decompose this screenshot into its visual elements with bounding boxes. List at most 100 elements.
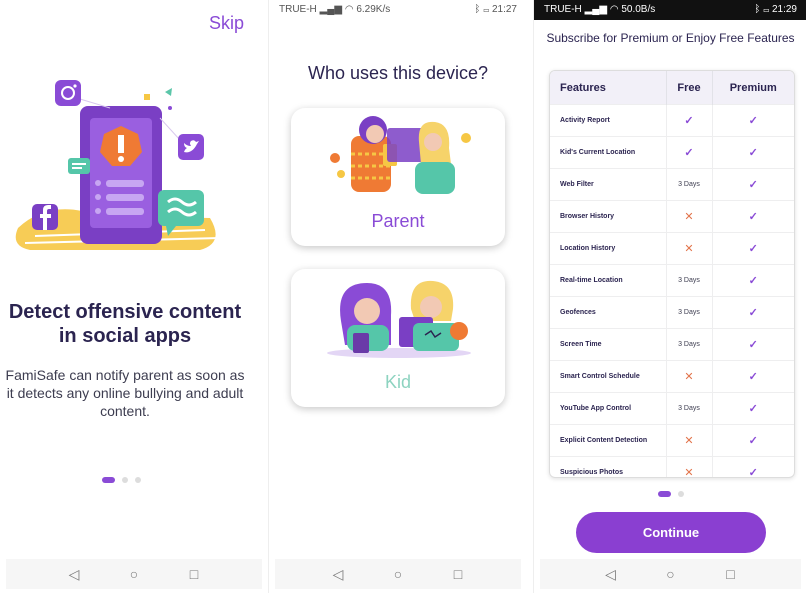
cross-icon: ✕	[684, 435, 694, 447]
back-icon[interactable]: ◁	[65, 565, 83, 583]
free-cell: 3 Days	[666, 264, 713, 297]
feature-name: Smart Control Schedule	[550, 360, 667, 393]
check-icon: ✓	[748, 147, 758, 159]
table-header-row: Features Free Premium	[550, 71, 794, 105]
recents-icon[interactable]: □	[722, 565, 740, 583]
column-header-features: Features	[550, 71, 667, 105]
premium-cell: ✓	[712, 136, 794, 169]
cross-icon: ✕	[684, 371, 694, 383]
onboarding-screen: Skip Detect offensive content in social …	[0, 0, 268, 593]
recents-icon[interactable]: □	[449, 565, 467, 583]
facebook-icon	[32, 204, 58, 230]
feature-name: Explicit Content Detection	[550, 424, 667, 457]
check-icon: ✓	[748, 211, 758, 223]
feature-name: Activity Report	[550, 104, 667, 137]
table-row: Real-time Location 3 Days ✓	[550, 264, 794, 297]
cross-icon: ✕	[684, 467, 694, 478]
instagram-icon	[55, 80, 81, 106]
recents-icon[interactable]: □	[185, 565, 203, 583]
free-cell: 3 Days	[666, 168, 713, 201]
premium-cell: ✓	[712, 392, 794, 425]
free-cell: ✕	[666, 360, 713, 393]
feature-title: Detect offensive content in social apps	[8, 301, 242, 347]
table-row: YouTube App Control 3 Days ✓	[550, 392, 794, 425]
back-icon[interactable]: ◁	[602, 565, 620, 583]
back-icon[interactable]: ◁	[329, 565, 347, 583]
premium-cell: ✓	[712, 200, 794, 233]
table-row: Activity Report ✓ ✓	[550, 104, 794, 137]
check-icon: ✓	[684, 115, 694, 127]
clock: 21:29	[771, 4, 797, 15]
feature-comparison-table: Features Free Premium Activity Report ✓ ✓ K…	[549, 70, 795, 478]
bluetooth-icon: ᛒ	[474, 4, 481, 15]
check-icon: ✓	[748, 307, 758, 319]
page-indicator	[658, 491, 684, 497]
feature-name: Web Filter	[550, 168, 667, 201]
social-apps-illustration	[15, 80, 221, 250]
cross-icon: ✕	[684, 211, 694, 223]
page-dot	[678, 491, 684, 497]
carrier-label: TRUE-H	[544, 4, 582, 15]
free-cell: 3 Days	[666, 328, 713, 361]
status-bar: TRUE-H ▂▄▆ ◠ 50.0B/s ᛒ ▭ 21:29	[534, 0, 806, 20]
premium-cell: ✓	[712, 328, 794, 361]
home-icon[interactable]: ○	[125, 565, 143, 583]
kid-illustration	[327, 280, 471, 358]
premium-cell: ✓	[712, 264, 794, 297]
table-row: Kid's Current Location ✓ ✓	[550, 136, 794, 169]
home-icon[interactable]: ○	[389, 565, 407, 583]
free-cell: ✕	[666, 456, 713, 478]
check-icon: ✓	[748, 179, 758, 191]
wifi-icon: ◠	[609, 4, 619, 15]
check-icon: ✓	[748, 435, 758, 447]
free-cell: ✕	[666, 232, 713, 265]
home-icon[interactable]: ○	[662, 565, 680, 583]
network-speed: 6.29K/s	[356, 4, 391, 15]
feature-name: Browser History	[550, 200, 667, 233]
column-header-premium: Premium	[712, 71, 794, 105]
feature-name: Suspicious Photos	[550, 456, 667, 477]
feature-name: Screen Time	[550, 328, 667, 361]
check-icon: ✓	[684, 147, 694, 159]
feature-name: Real-time Location	[550, 264, 667, 297]
twitter-icon	[178, 134, 204, 160]
table-row: Smart Control Schedule ✕ ✓	[550, 360, 794, 393]
table-row: Browser History ✕ ✓	[550, 200, 794, 233]
page-title: Who uses this device?	[307, 63, 489, 83]
free-cell: ✕	[666, 424, 713, 457]
check-icon: ✓	[748, 243, 758, 255]
premium-cell: ✓	[712, 424, 794, 457]
column-header-free: Free	[666, 71, 713, 105]
free-cell: 3 Days	[666, 296, 713, 329]
kid-option-card[interactable]: Kid	[291, 269, 505, 407]
continue-button[interactable]: Continue	[576, 512, 766, 553]
carrier-label: TRUE-H	[279, 4, 317, 15]
parent-option-label: Parent	[371, 211, 425, 231]
battery-icon: ▭	[763, 4, 770, 15]
premium-cell: ✓	[712, 232, 794, 265]
system-nav-bar: ◁ ○ □	[275, 559, 521, 589]
check-icon: ✓	[748, 275, 758, 287]
check-icon: ✓	[748, 115, 758, 127]
check-icon: ✓	[748, 371, 758, 383]
system-nav-bar: ◁ ○ □	[540, 559, 801, 589]
feature-name: Kid's Current Location	[550, 136, 667, 169]
parent-illustration	[330, 116, 471, 194]
skip-button[interactable]: Skip	[209, 13, 244, 34]
table-row: Screen Time 3 Days ✓	[550, 328, 794, 361]
page-indicator	[102, 477, 141, 483]
signal-icon: ▂▄▆	[584, 4, 610, 15]
page-dot	[102, 477, 115, 483]
status-bar: TRUE-H ▂▄▆ ◠ 6.29K/s ᛒ ▭ 21:27	[269, 0, 527, 20]
subscription-screen: TRUE-H ▂▄▆ ◠ 50.0B/s ᛒ ▭ 21:29 Subscribe…	[533, 0, 806, 593]
parent-option-card[interactable]: Parent	[291, 108, 505, 246]
check-icon: ✓	[748, 467, 758, 478]
feature-name: Geofences	[550, 296, 667, 329]
clock: 21:27	[491, 4, 517, 15]
table-row: Web Filter 3 Days ✓	[550, 168, 794, 201]
check-icon: ✓	[748, 339, 758, 351]
premium-cell: ✓	[712, 360, 794, 393]
signal-icon: ▂▄▆	[319, 4, 345, 15]
table-row: Geofences 3 Days ✓	[550, 296, 794, 329]
free-cell: ✓	[666, 136, 713, 169]
